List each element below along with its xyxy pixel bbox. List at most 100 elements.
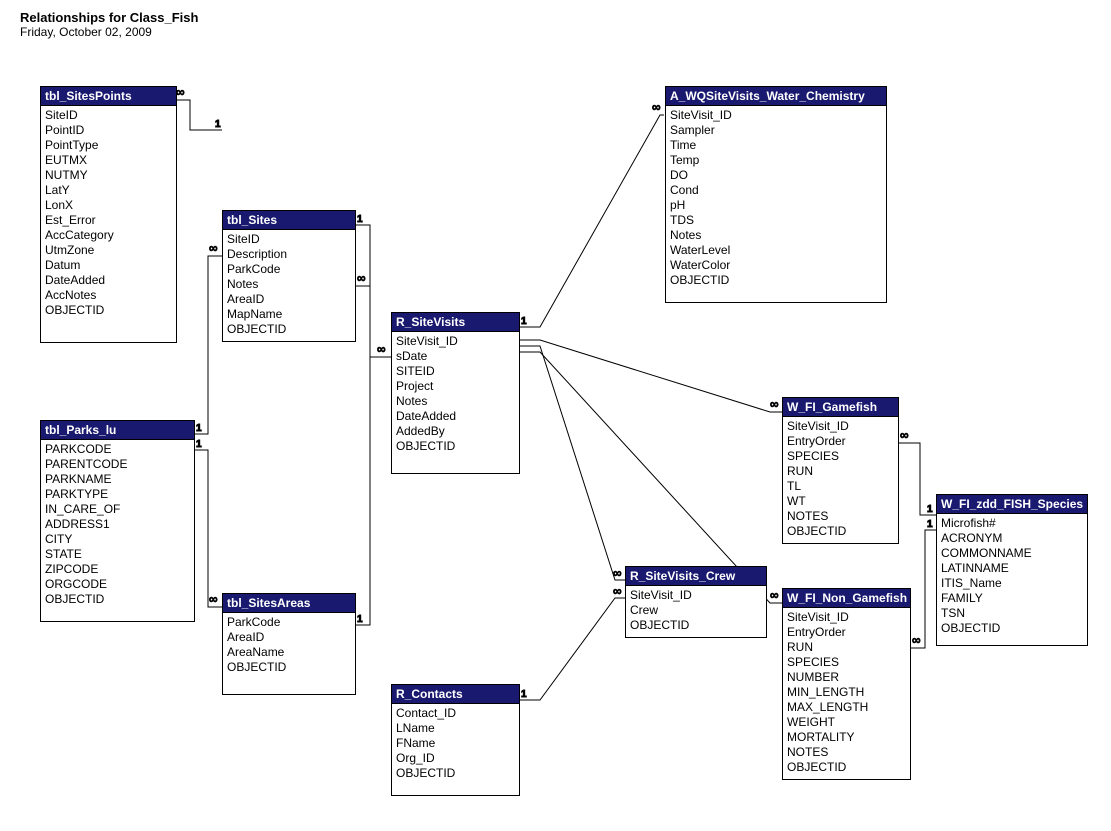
field: ITIS_Name: [941, 576, 1083, 591]
svg-text:∞: ∞: [900, 428, 908, 442]
svg-text:1: 1: [215, 119, 221, 130]
svg-text:1: 1: [357, 614, 363, 625]
field: PARKTYPE: [45, 487, 190, 502]
table-fields: Contact_IDLNameFNameOrg_IDOBJECTID: [392, 704, 519, 783]
field: Project: [396, 379, 515, 394]
field: Temp: [670, 153, 882, 168]
svg-text:∞: ∞: [613, 584, 621, 598]
table-fields: SiteIDPointIDPointTypeEUTMXNUTMYLatYLonX…: [41, 106, 176, 320]
field: SiteVisit_ID: [630, 588, 762, 603]
table-gamefish[interactable]: W_FI_Gamefish SiteVisit_IDEntryOrderSPEC…: [782, 397, 899, 544]
table-header: tbl_Sites: [223, 211, 355, 230]
field: SiteVisit_ID: [787, 419, 894, 434]
svg-text:1: 1: [357, 214, 363, 225]
field: ORGCODE: [45, 577, 190, 592]
field: NUMBER: [787, 670, 906, 685]
field: ACRONYM: [941, 531, 1083, 546]
field: SiteID: [45, 108, 172, 123]
page-title: Relationships for Class_Fish: [20, 10, 198, 25]
table-tbl-parks-lu[interactable]: tbl_Parks_lu PARKCODEPARENTCODEPARKNAMEP…: [40, 420, 195, 622]
table-tbl-sitesareas[interactable]: tbl_SitesAreas ParkCodeAreaIDAreaNameOBJ…: [222, 593, 356, 695]
table-fields: SiteVisit_IDsDateSITEIDProjectNotesDateA…: [392, 332, 519, 456]
field: DateAdded: [396, 409, 515, 424]
field: AccCategory: [45, 228, 172, 243]
table-fields: ParkCodeAreaIDAreaNameOBJECTID: [223, 613, 355, 677]
field: RUN: [787, 640, 906, 655]
field: SiteVisit_ID: [396, 334, 515, 349]
field: AreaID: [227, 630, 351, 645]
field: Cond: [670, 183, 882, 198]
field: DO: [670, 168, 882, 183]
field: Est_Error: [45, 213, 172, 228]
field: NUTMY: [45, 168, 172, 183]
field: EUTMX: [45, 153, 172, 168]
field: PARENTCODE: [45, 457, 190, 472]
svg-text:∞: ∞: [357, 271, 365, 285]
field: TL: [787, 479, 894, 494]
field: ParkCode: [227, 615, 351, 630]
field: NOTES: [787, 509, 894, 524]
field: Notes: [670, 228, 882, 243]
field: SiteVisit_ID: [787, 610, 906, 625]
table-fields: SiteVisit_IDEntryOrderRUNSPECIESNUMBERMI…: [783, 608, 910, 777]
field: OBJECTID: [45, 592, 190, 607]
svg-text:∞: ∞: [176, 85, 184, 99]
field: FAMILY: [941, 591, 1083, 606]
field: LName: [396, 721, 515, 736]
table-header: W_FI_zdd_FISH_Species: [937, 495, 1087, 514]
table-tbl-sitespoints[interactable]: tbl_SitesPoints SiteIDPointIDPointTypeEU…: [40, 86, 177, 343]
field: STATE: [45, 547, 190, 562]
table-fields: PARKCODEPARENTCODEPARKNAMEPARKTYPEIN_CAR…: [41, 440, 194, 609]
field: EntryOrder: [787, 625, 906, 640]
table-header: A_WQSiteVisits_Water_Chemistry: [666, 87, 886, 106]
svg-text:1: 1: [521, 689, 527, 700]
table-header: tbl_SitesAreas: [223, 594, 355, 613]
table-fields: SiteVisit_IDSamplerTimeTempDOCondpHTDSNo…: [666, 106, 886, 290]
table-r-sitevisits-crew[interactable]: R_SiteVisits_Crew SiteVisit_IDCrewOBJECT…: [625, 566, 767, 638]
field: Microfish#: [941, 516, 1083, 531]
table-fields: SiteIDDescriptionParkCodeNotesAreaIDMapN…: [223, 230, 355, 339]
field: COMMONNAME: [941, 546, 1083, 561]
field: OBJECTID: [45, 303, 172, 318]
field: SPECIES: [787, 655, 906, 670]
svg-text:1: 1: [196, 439, 202, 450]
svg-text:∞: ∞: [770, 588, 778, 602]
table-r-contacts[interactable]: R_Contacts Contact_IDLNameFNameOrg_IDOBJ…: [391, 684, 520, 796]
field: LATINNAME: [941, 561, 1083, 576]
table-fish-species[interactable]: W_FI_zdd_FISH_Species Microfish#ACRONYMC…: [936, 494, 1088, 646]
svg-text:1: 1: [927, 504, 933, 515]
field: AreaID: [227, 292, 351, 307]
page-header: Relationships for Class_Fish Friday, Oct…: [20, 10, 198, 39]
table-fields: SiteVisit_IDCrewOBJECTID: [626, 586, 766, 635]
table-non-gamefish[interactable]: W_FI_Non_Gamefish SiteVisit_IDEntryOrder…: [782, 588, 911, 780]
svg-text:∞: ∞: [652, 100, 660, 114]
field: PARKNAME: [45, 472, 190, 487]
field: OBJECTID: [630, 618, 762, 633]
field: LatY: [45, 183, 172, 198]
field: WT: [787, 494, 894, 509]
field: OBJECTID: [227, 660, 351, 675]
field: MORTALITY: [787, 730, 906, 745]
table-tbl-sites[interactable]: tbl_Sites SiteIDDescriptionParkCodeNotes…: [222, 210, 356, 342]
table-header: W_FI_Gamefish: [783, 398, 898, 417]
field: ParkCode: [227, 262, 351, 277]
field: OBJECTID: [670, 273, 882, 288]
svg-text:1: 1: [521, 316, 527, 327]
field: AddedBy: [396, 424, 515, 439]
field: Org_ID: [396, 751, 515, 766]
field: Crew: [630, 603, 762, 618]
field: ADDRESS1: [45, 517, 190, 532]
field: AreaName: [227, 645, 351, 660]
field: OBJECTID: [787, 524, 894, 539]
field: SiteID: [227, 232, 351, 247]
field: sDate: [396, 349, 515, 364]
table-r-sitevisits[interactable]: R_SiteVisits SiteVisit_IDsDateSITEIDProj…: [391, 312, 520, 474]
field: Description: [227, 247, 351, 262]
field: LonX: [45, 198, 172, 213]
table-header: R_Contacts: [392, 685, 519, 704]
svg-text:1: 1: [927, 519, 933, 530]
field: WaterColor: [670, 258, 882, 273]
field: MapName: [227, 307, 351, 322]
table-water-chemistry[interactable]: A_WQSiteVisits_Water_Chemistry SiteVisit…: [665, 86, 887, 303]
field: TSN: [941, 606, 1083, 621]
